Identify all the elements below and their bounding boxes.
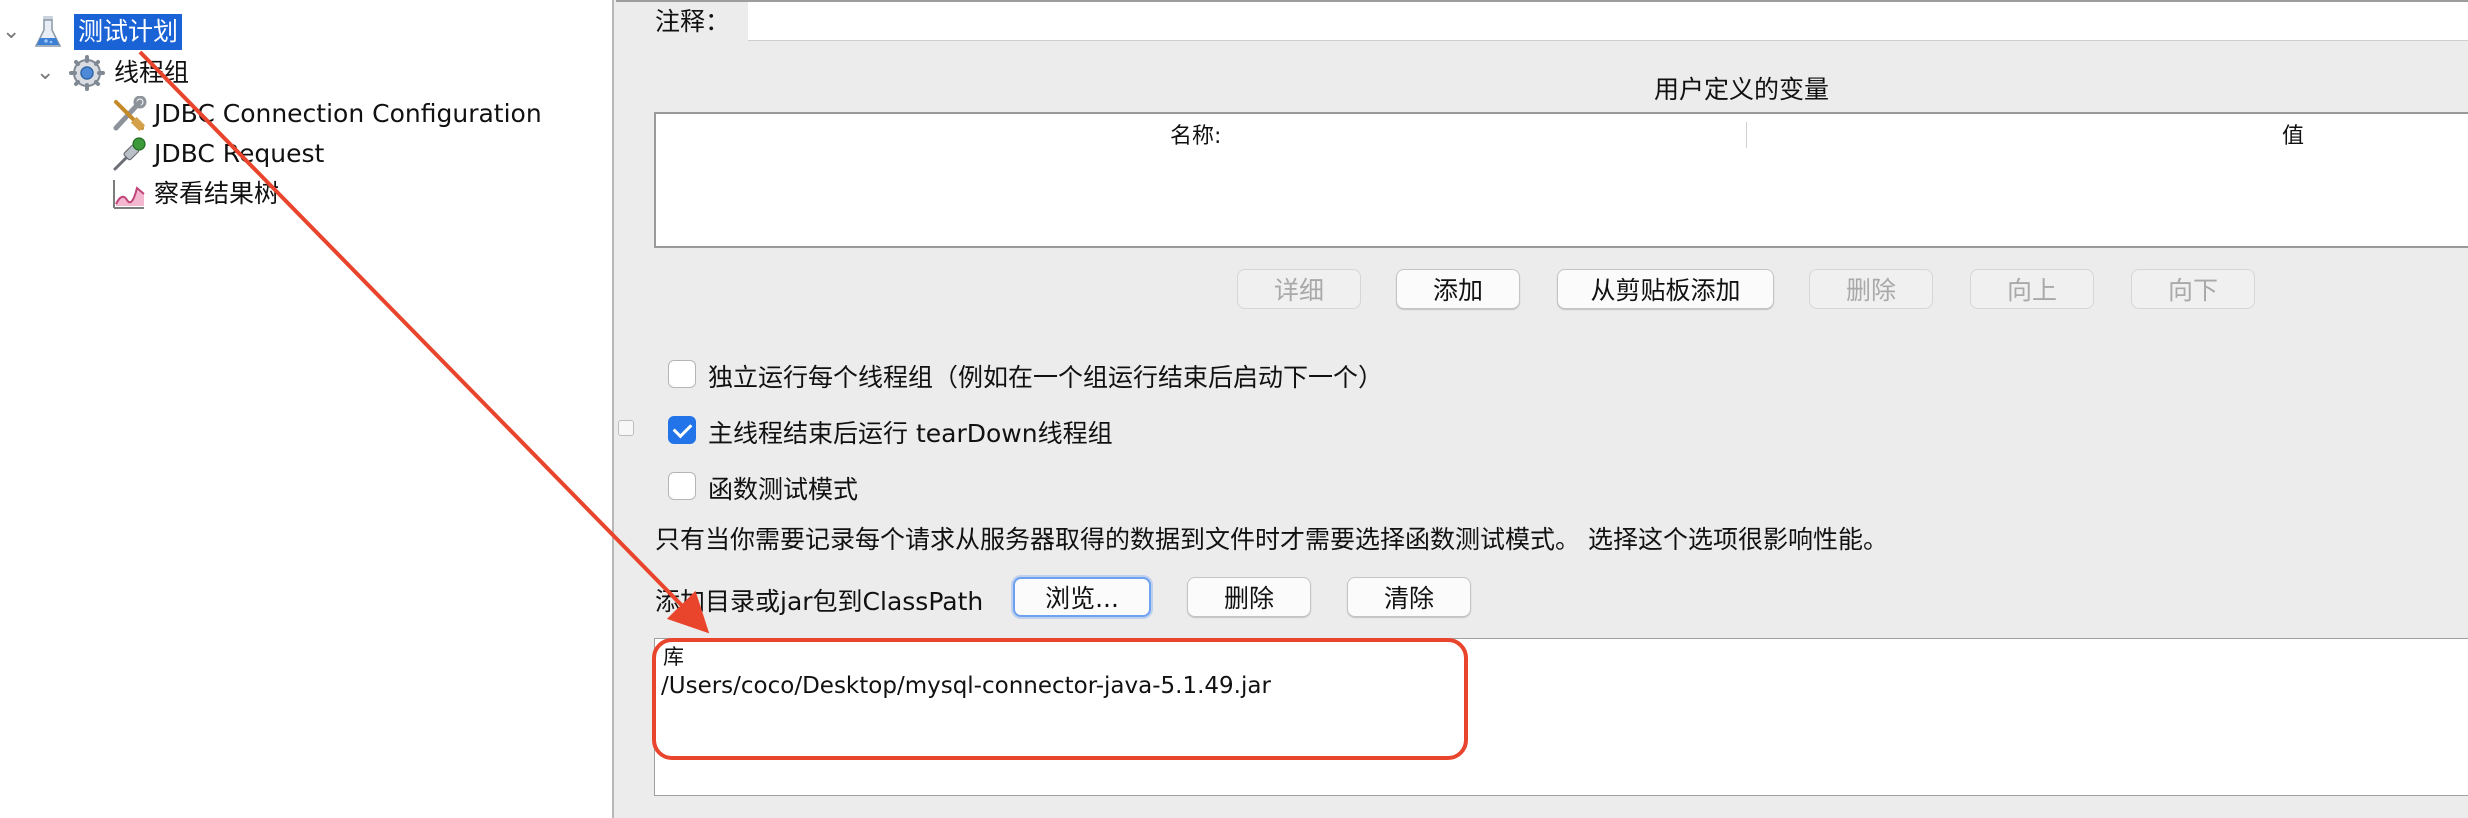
teardown-on-shutdown-checkbox[interactable]	[668, 416, 696, 444]
add-button[interactable]: 添加	[1396, 269, 1520, 309]
classpath-library-list[interactable]: 库 /Users/coco/Desktop/mysql-connector-ja…	[654, 638, 2468, 796]
functional-mode-checkbox[interactable]	[668, 472, 696, 500]
tree-label[interactable]: 线程组	[114, 55, 189, 91]
serialize-threadgroups-checkbox[interactable]	[668, 360, 696, 388]
resize-handle[interactable]	[618, 420, 634, 436]
tree-label[interactable]: 测试计划	[74, 14, 183, 50]
serialize-threadgroups-label: 独立运行每个线程组（例如在一个组运行结束后启动下一个）	[708, 363, 1384, 392]
detail-button[interactable]: 详细	[1237, 269, 1361, 309]
functional-mode-label: 函数测试模式	[708, 475, 859, 504]
move-up-button[interactable]: 向上	[1970, 269, 2094, 309]
teardown-on-shutdown-label: 主线程结束后运行 tearDown线程组	[708, 419, 1113, 448]
library-column-header: 库	[663, 645, 684, 669]
user-vars-title: 用户定义的变量	[1654, 75, 1830, 104]
user-vars-table[interactable]: 名称: 值	[654, 112, 2468, 248]
column-header-name[interactable]: 名称:	[1170, 118, 1221, 150]
browse-button[interactable]: 浏览...	[1013, 577, 1151, 617]
graph-icon	[110, 176, 148, 216]
column-header-value[interactable]: 值	[2282, 118, 2304, 150]
pipette-icon	[110, 136, 148, 176]
delete-classpath-button[interactable]: 删除	[1187, 577, 1311, 617]
move-down-button[interactable]: 向下	[2131, 269, 2255, 309]
chevron-down-icon[interactable]: ⌄	[36, 62, 54, 84]
tree-label[interactable]: JDBC Connection Configuration	[154, 96, 542, 132]
functional-mode-note: 只有当你需要记录每个请求从服务器取得的数据到文件时才需要选择函数测试模式。 选择…	[655, 525, 1888, 554]
library-row[interactable]: /Users/coco/Desktop/mysql-connector-java…	[661, 673, 1271, 699]
comment-label: 注释：	[655, 7, 731, 36]
gear-icon	[68, 55, 106, 95]
clear-classpath-button[interactable]: 清除	[1347, 577, 1471, 617]
tree-label[interactable]: JDBC Request	[154, 136, 324, 172]
delete-var-button[interactable]: 删除	[1809, 269, 1933, 309]
flask-icon	[32, 14, 64, 54]
test-plan-tree: ⌄ 测试计划 ⌄ 线程组 JDBC Connection Configurati…	[0, 0, 614, 818]
tools-icon	[110, 95, 148, 136]
classpath-label: 添加目录或jar包到ClassPath	[655, 587, 984, 616]
chevron-down-icon[interactable]: ⌄	[2, 21, 20, 43]
column-divider	[1746, 122, 1747, 148]
tree-label[interactable]: 察看结果树	[154, 176, 279, 212]
add-from-clipboard-button[interactable]: 从剪贴板添加	[1557, 269, 1774, 309]
comment-input[interactable]	[748, 2, 2468, 41]
